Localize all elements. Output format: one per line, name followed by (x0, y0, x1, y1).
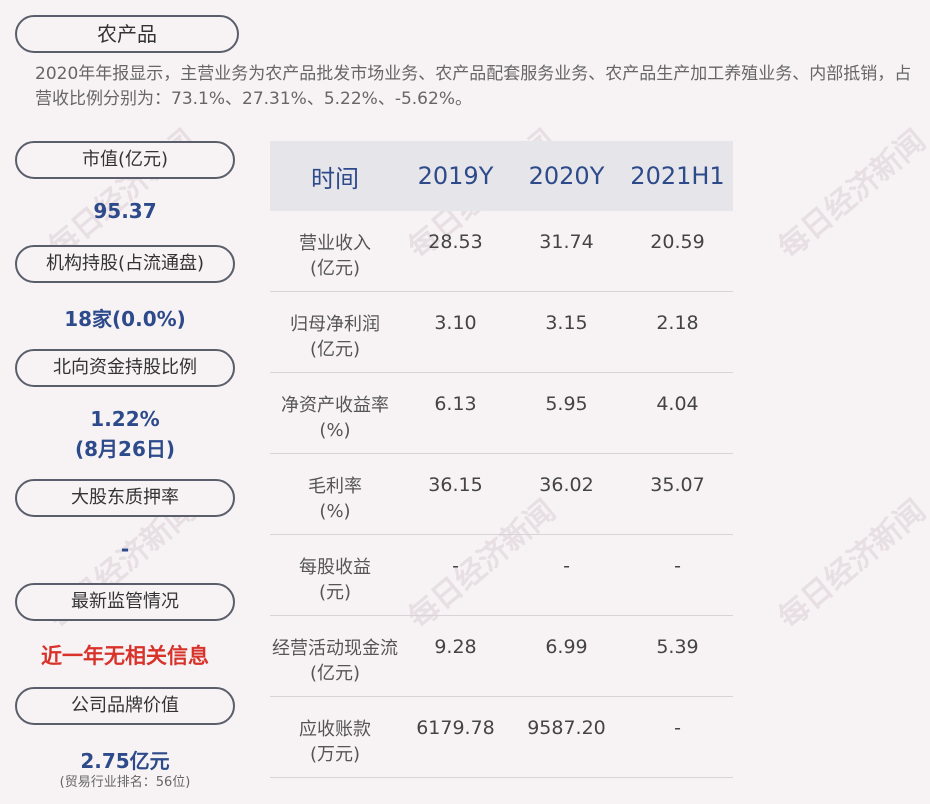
row-label-unit: (亿元) (309, 339, 361, 360)
table-cell: 5.39 (656, 636, 699, 658)
table-cell: 9587.20 (527, 717, 606, 739)
row-label-name: 营业收入 (299, 233, 371, 254)
row-label-name: 净资产收益率 (281, 395, 389, 416)
institution-value: 18家(0.0%) (64, 307, 186, 331)
table-cell: 36.02 (539, 474, 594, 496)
table-row: 每股收益 (元) - - - (270, 535, 733, 616)
table-row: 归母净利润 (亿元) 3.10 3.15 2.18 (270, 292, 733, 373)
table-body: 营业收入 (亿元) 28.53 31.74 20.59 归母净利润 (亿元) 3.10 3.15… (270, 211, 733, 778)
row-label-name: 应收账款 (299, 719, 371, 740)
row-label-name: 经营活动现金流 (272, 638, 398, 659)
table-cell: 31.74 (539, 231, 594, 253)
table-cell: - (452, 555, 459, 577)
table-cell: 28.53 (428, 231, 483, 253)
header-cell: 时间 (311, 164, 359, 193)
watermark: 每日经济新闻 (772, 493, 930, 636)
northbound-value: 1.22% (90, 407, 160, 431)
row-label: 经营活动现金流 (亿元) (270, 616, 400, 696)
row-label-name: 归母净利润 (290, 314, 380, 335)
table-cell: 5.95 (545, 393, 588, 415)
table-cell: 3.10 (434, 312, 477, 334)
row-label: 净资产收益率 (%) (270, 373, 400, 453)
row-label: 归母净利润 (亿元) (270, 292, 400, 372)
table-cell: 9.28 (434, 636, 477, 658)
brand-value: 2.75亿元 (80, 749, 170, 773)
pledge-label: 大股东质押率 (15, 479, 235, 517)
regulation-value: 近一年无相关信息 (41, 644, 209, 668)
table-cell: - (674, 717, 681, 739)
northbound-label: 北向资金持股比例 (15, 349, 235, 387)
watermark: 每日经济新闻 (772, 123, 930, 266)
table-cell: 20.59 (650, 231, 705, 253)
row-label-unit: (亿元) (309, 663, 361, 684)
row-label-unit: (%) (319, 420, 351, 441)
brand-label: 公司品牌价值 (15, 687, 235, 725)
header-cell: 2021H1 (630, 162, 725, 190)
regulation-label: 最新监管情况 (15, 583, 235, 621)
table-cell: 3.15 (545, 312, 588, 334)
brand-rank-note: (贸易行业排名：56位) (59, 775, 191, 790)
header-cell: 2020Y (528, 162, 605, 190)
table-cell: 6.99 (545, 636, 588, 658)
row-label-unit: (%) (319, 501, 351, 522)
row-label-unit: (万元) (309, 744, 361, 765)
row-label: 营业收入 (亿元) (270, 211, 400, 291)
market-cap-value: 95.37 (93, 199, 157, 223)
table-row: 应收账款 (万元) 6179.78 9587.20 - (270, 697, 733, 778)
row-label-name: 毛利率 (308, 476, 362, 497)
table-cell: - (674, 555, 681, 577)
header-cell: 2019Y (417, 162, 494, 190)
business-description: 2020年年报显示，主营业务为农产品批发市场业务、农产品配套服务业务、农产品生产… (35, 64, 912, 109)
table-row: 营业收入 (亿元) 28.53 31.74 20.59 (270, 211, 733, 292)
financial-table: 时间 2019Y 2020Y 2021H1 营业收入 (亿元) 28.53 31.74… (270, 141, 733, 778)
table-cell: 35.07 (650, 474, 705, 496)
table-header: 时间 2019Y 2020Y 2021H1 (270, 141, 733, 211)
row-label-unit: (元) (318, 582, 352, 603)
table-cell: 36.15 (428, 474, 483, 496)
table-cell: 4.04 (656, 393, 699, 415)
page-title: 农产品 (15, 15, 239, 53)
row-label: 毛利率 (%) (270, 454, 400, 534)
northbound-date: (8月26日) (74, 437, 176, 461)
row-label: 每股收益 (元) (270, 535, 400, 615)
pledge-value: - (120, 537, 130, 561)
table-cell: 6.13 (434, 393, 477, 415)
row-label-unit: (亿元) (309, 258, 361, 279)
table-cell: 2.18 (656, 312, 699, 334)
table-row: 经营活动现金流 (亿元) 9.28 6.99 5.39 (270, 616, 733, 697)
table-cell: 6179.78 (416, 717, 495, 739)
table-cell: - (563, 555, 570, 577)
table-row: 净资产收益率 (%) 6.13 5.95 4.04 (270, 373, 733, 454)
table-row: 毛利率 (%) 36.15 36.02 35.07 (270, 454, 733, 535)
row-label: 应收账款 (万元) (270, 697, 400, 777)
row-label-name: 每股收益 (299, 557, 371, 578)
market-cap-label: 市值(亿元) (15, 141, 235, 179)
institution-label: 机构持股(占流通盘) (15, 245, 235, 283)
